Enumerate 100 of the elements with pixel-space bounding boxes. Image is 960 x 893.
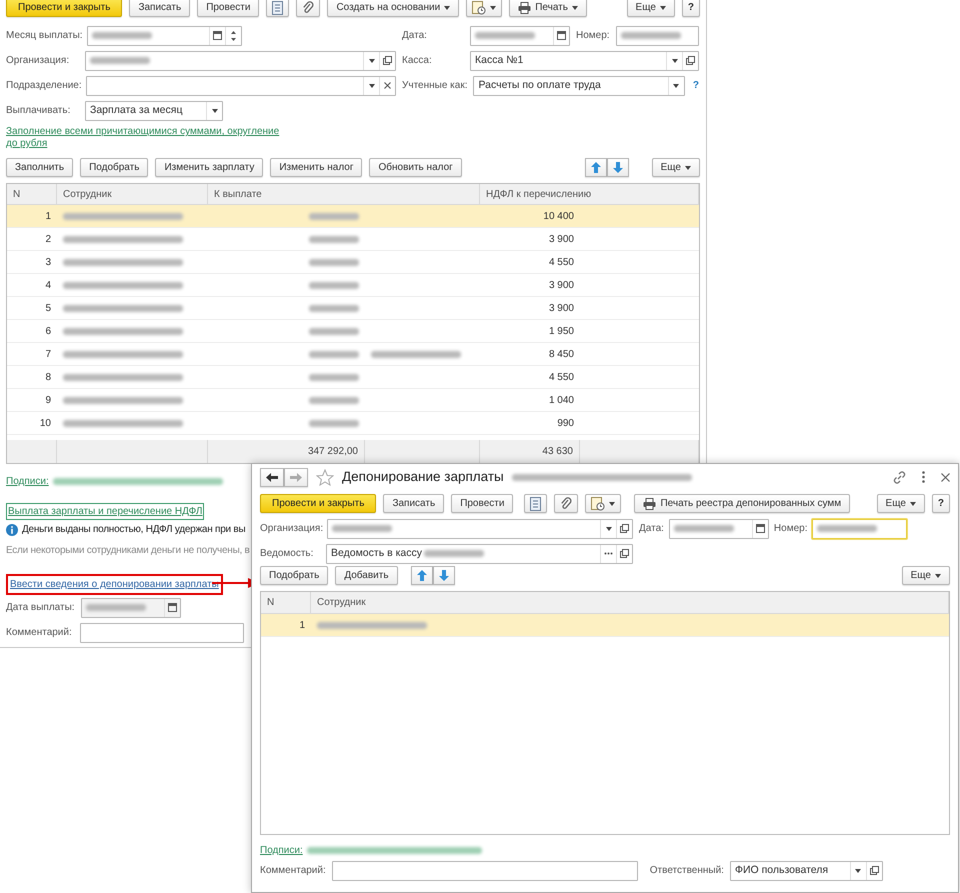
toolbar-button[interactable]: Провести xyxy=(451,494,514,514)
help-button[interactable]: ? xyxy=(932,494,950,514)
column-header: Сотрудник xyxy=(311,592,949,614)
field-label: Ведомость: xyxy=(260,547,314,562)
attach-button[interactable] xyxy=(296,0,320,17)
dropdown-icon[interactable] xyxy=(672,58,678,62)
hint-text: Если некоторыми сотрудниками деньги не получены, в xyxy=(6,544,250,558)
input-field[interactable]: Ведомость в кассу xyxy=(326,544,633,564)
back-button[interactable] xyxy=(260,468,284,487)
calendar-icon[interactable] xyxy=(212,31,222,40)
document-button[interactable] xyxy=(524,494,548,514)
attach-button[interactable] xyxy=(554,494,578,514)
date-field[interactable] xyxy=(86,26,242,46)
input-field[interactable] xyxy=(85,50,396,70)
toolbar-button[interactable]: Подобрать xyxy=(80,158,148,177)
caret-icon xyxy=(910,502,916,506)
input-field[interactable] xyxy=(86,76,396,96)
ellipsis-icon[interactable] xyxy=(604,552,613,556)
signatures-link[interactable]: Подписи: xyxy=(6,474,49,489)
field-label: Комментарий: xyxy=(6,626,72,640)
dropdown-icon[interactable] xyxy=(368,84,374,88)
field-value: ФИО пользователя xyxy=(734,862,828,878)
primary-button[interactable]: Провести и закрыть xyxy=(260,494,376,514)
clear-icon[interactable] xyxy=(384,82,391,89)
input-field[interactable]: ФИО пользователя xyxy=(730,860,883,881)
dropdown-icon[interactable] xyxy=(855,868,862,873)
document-button[interactable] xyxy=(266,0,290,17)
dropdown-icon[interactable] xyxy=(212,108,218,112)
more-options-icon[interactable] xyxy=(922,471,925,484)
calendar-icon[interactable] xyxy=(756,524,765,534)
input-field[interactable]: Касса №1 xyxy=(470,50,699,70)
more-button[interactable]: Еще xyxy=(876,494,925,514)
toolbar-button[interactable]: Подобрать xyxy=(260,566,328,586)
report-button[interactable] xyxy=(585,494,622,514)
open-icon[interactable] xyxy=(686,56,695,65)
open-icon[interactable] xyxy=(620,549,629,558)
dropdown-icon[interactable] xyxy=(368,58,374,62)
more-button[interactable]: Еще xyxy=(652,158,700,177)
table-cell: 3 900 xyxy=(480,274,580,297)
date-field[interactable] xyxy=(668,518,769,539)
input-field[interactable] xyxy=(616,26,699,46)
input-field[interactable] xyxy=(327,518,633,539)
link-icon[interactable] xyxy=(893,470,906,484)
forward-arrow-icon xyxy=(290,472,302,482)
input-field[interactable] xyxy=(80,622,244,642)
table-cell: 6 xyxy=(7,320,57,343)
date-field[interactable] xyxy=(470,26,570,46)
table-cell: 1 950 xyxy=(480,320,580,343)
caret-icon xyxy=(572,6,578,10)
report-icon xyxy=(591,496,606,511)
table-cell: 1 040 xyxy=(480,389,580,412)
table-cell: 9 xyxy=(7,389,57,412)
move-down-button[interactable] xyxy=(606,158,629,177)
toolbar-button[interactable]: Изменить налог xyxy=(270,158,362,177)
table-cell: 4 xyxy=(7,274,57,297)
open-icon[interactable] xyxy=(870,866,879,876)
input-field[interactable] xyxy=(332,860,638,881)
print-button[interactable]: Печать xyxy=(509,0,587,17)
more-button[interactable]: Еще xyxy=(626,0,675,17)
date-field[interactable] xyxy=(80,598,181,618)
back-arrow-icon xyxy=(266,472,278,482)
calendar-icon[interactable] xyxy=(168,603,177,612)
dropdown-icon[interactable] xyxy=(606,526,612,531)
table-cell: 2 xyxy=(7,228,57,251)
toolbar-button[interactable]: Обновить налог xyxy=(369,158,462,177)
move-up-button[interactable] xyxy=(584,158,607,177)
dropdown-field[interactable]: Зарплата за месяц xyxy=(85,100,223,120)
toolbar-button[interactable]: Провести xyxy=(197,0,260,17)
table-cell: 3 xyxy=(7,251,57,274)
input-field[interactable] xyxy=(812,518,908,539)
field-label: Дата: xyxy=(402,29,428,43)
close-icon[interactable] xyxy=(941,472,950,482)
toolbar-button[interactable]: Заполнить xyxy=(6,158,74,177)
calendar-icon[interactable] xyxy=(557,31,566,40)
move-down-button[interactable] xyxy=(432,566,455,586)
help-button[interactable]: ? xyxy=(682,0,700,17)
help-link[interactable]: ? xyxy=(692,78,699,93)
more-button[interactable]: Еще xyxy=(902,566,950,586)
print-button[interactable]: Печать реестра депонированных сумм xyxy=(634,494,850,514)
spinner-icon[interactable] xyxy=(230,30,236,42)
table-cell: 4 550 xyxy=(480,366,580,389)
star-icon[interactable] xyxy=(316,468,334,486)
report-button[interactable] xyxy=(466,0,502,17)
toolbar-button[interactable]: Изменить зарплату xyxy=(155,158,264,177)
open-icon[interactable] xyxy=(620,524,629,534)
primary-button[interactable]: Провести и закрыть xyxy=(6,0,122,17)
fill-link[interactable]: Заполнение всеми причитающимися суммами, округление до рубля xyxy=(6,126,291,150)
dropdown-icon[interactable] xyxy=(673,84,680,88)
payment-link[interactable]: Выплата зарплаты и перечисление НДФЛ xyxy=(8,506,202,517)
deposit-link[interactable]: Ввести сведения о депонировании зарплаты xyxy=(10,579,219,590)
open-icon[interactable] xyxy=(383,56,392,65)
dropdown-field[interactable]: Расчеты по оплате труда xyxy=(473,76,685,96)
table-cell: 5 xyxy=(7,297,57,320)
signatures-link[interactable]: Подписи: xyxy=(260,843,303,858)
move-up-button[interactable] xyxy=(410,566,433,586)
toolbar-button[interactable]: Записать xyxy=(383,494,444,514)
field-value: Ведомость в кассу xyxy=(331,546,422,561)
toolbar-button[interactable]: Записать xyxy=(129,0,190,17)
menu-button[interactable]: Создать на основании xyxy=(327,0,460,17)
toolbar-button[interactable]: Добавить xyxy=(335,566,398,586)
